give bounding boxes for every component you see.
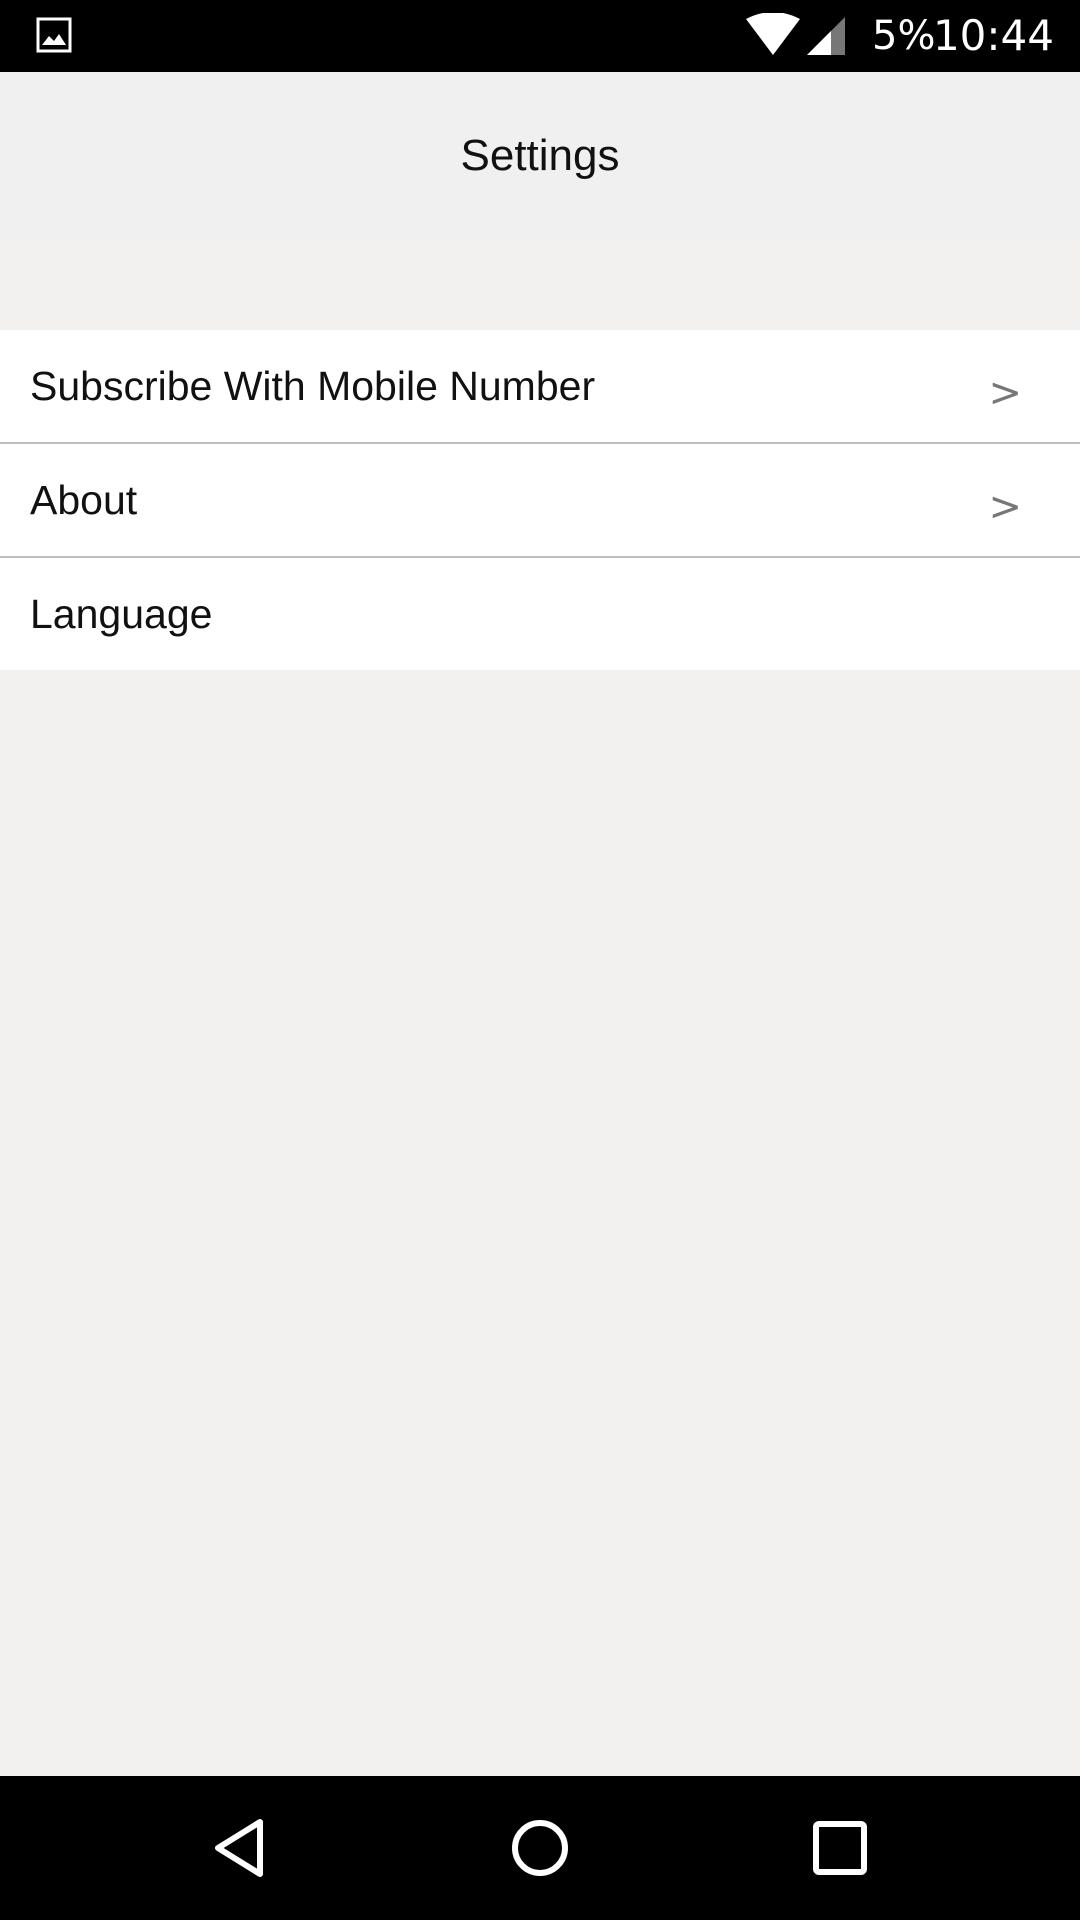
settings-item-about[interactable]: About > [0, 444, 1080, 558]
settings-item-label: Subscribe With Mobile Number [30, 363, 596, 409]
wifi-icon [746, 13, 800, 55]
chevron-right-icon: > [988, 370, 1022, 416]
recents-icon[interactable] [800, 1808, 880, 1888]
page-title: Settings [460, 131, 620, 180]
chevron-right-icon: > [988, 484, 1022, 530]
app-header: Settings [0, 72, 1080, 240]
home-icon[interactable] [500, 1808, 580, 1888]
settings-list: Subscribe With Mobile Number > About > L… [0, 330, 1080, 670]
settings-item-label: Language [30, 591, 213, 637]
status-clock: 10:44 [932, 11, 1054, 60]
settings-item-label: About [30, 477, 138, 523]
cell-signal-icon [807, 17, 845, 55]
settings-item-subscribe-mobile[interactable]: Subscribe With Mobile Number > [0, 330, 1080, 444]
back-icon[interactable] [200, 1808, 280, 1888]
status-bar: 5% 10:44 [0, 0, 1080, 72]
battery-percentage: 5% [872, 13, 936, 59]
settings-item-language[interactable]: Language [0, 558, 1080, 670]
gallery-icon [36, 17, 72, 53]
navigation-bar [0, 1776, 1080, 1920]
